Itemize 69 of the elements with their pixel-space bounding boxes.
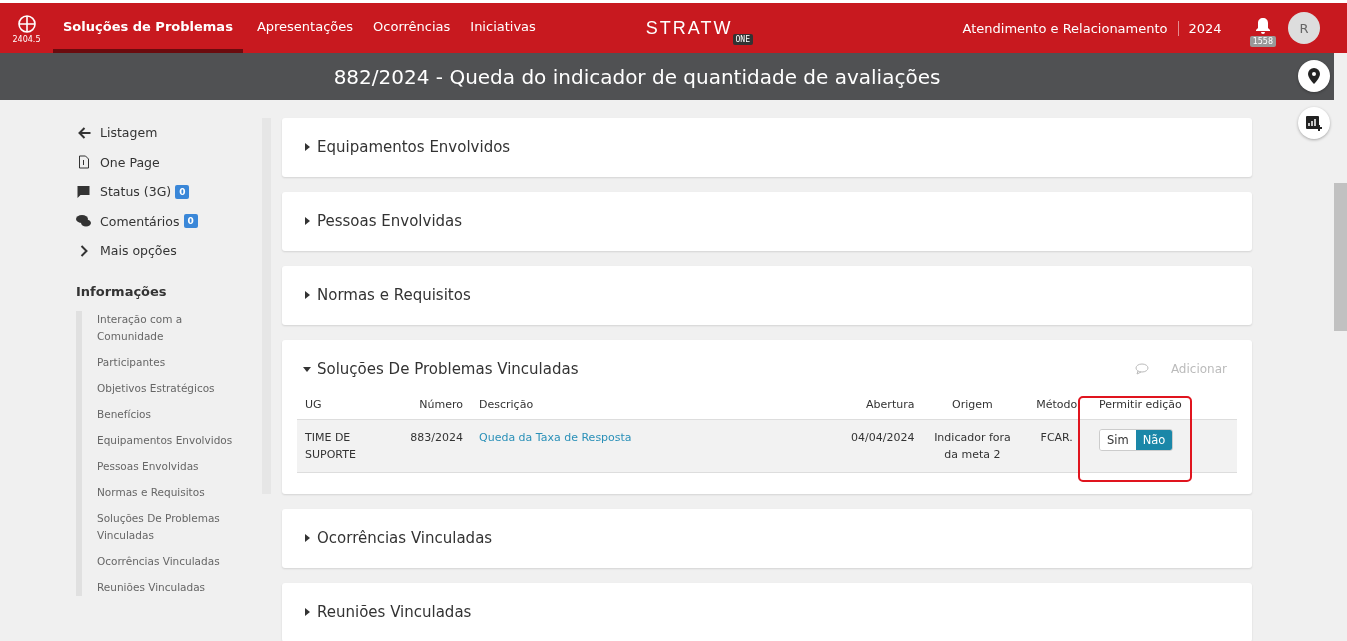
caret-down-icon[interactable] bbox=[303, 365, 311, 373]
nav-tab[interactable]: Ocorrências bbox=[363, 3, 461, 53]
chat-bubbles-icon bbox=[76, 214, 91, 229]
column-header: Descrição bbox=[471, 392, 827, 420]
map-pin-icon bbox=[1308, 68, 1320, 84]
panel-title[interactable]: Reuniões Vinculadas bbox=[317, 603, 472, 621]
panel-title[interactable]: Normas e Requisitos bbox=[317, 286, 471, 304]
count-badge: 0 bbox=[183, 214, 198, 229]
table-cell: FCAR. bbox=[1022, 419, 1091, 473]
sidebar-link[interactable]: Equipamentos Envolvidos bbox=[97, 431, 247, 449]
panel-title[interactable]: Soluções De Problemas Vinculadas bbox=[317, 360, 579, 378]
count-badge: 0 bbox=[175, 184, 190, 199]
sidebar-link[interactable]: Soluções De Problemas Vinculadas bbox=[97, 509, 247, 544]
panel-title[interactable]: Equipamentos Envolvidos bbox=[317, 138, 511, 156]
caret-right-icon[interactable] bbox=[303, 534, 311, 542]
sidebar-action[interactable]: Listagem bbox=[76, 118, 262, 148]
caret-right-icon[interactable] bbox=[303, 143, 311, 151]
version-label: 2404.5 bbox=[12, 34, 41, 44]
sidebar-link[interactable]: Pessoas Envolvidas bbox=[97, 457, 247, 475]
table-cell: 883/2024 bbox=[385, 419, 471, 473]
arrow-left-icon bbox=[76, 125, 91, 140]
notification-icon[interactable] bbox=[1254, 17, 1271, 35]
nav-tab[interactable]: Apresentações bbox=[246, 3, 364, 53]
chart-plus-icon bbox=[1306, 115, 1322, 131]
avatar[interactable]: R bbox=[1288, 12, 1320, 44]
sidebar-action[interactable]: Mais opções bbox=[76, 236, 262, 266]
add-chart-button[interactable] bbox=[1298, 107, 1330, 139]
column-header: Origem bbox=[922, 392, 1023, 420]
column-header: Método bbox=[1022, 392, 1091, 420]
panel-title[interactable]: Pessoas Envolvidas bbox=[317, 212, 463, 230]
logo-text: STRATW bbox=[645, 17, 733, 39]
caret-right-icon[interactable] bbox=[303, 608, 311, 616]
description-link[interactable]: Queda da Taxa de Resposta bbox=[479, 431, 632, 444]
sidebar-link[interactable]: Benefícios bbox=[97, 405, 247, 423]
nav-tab[interactable]: Iniciativas bbox=[460, 3, 546, 53]
logo-icon bbox=[16, 12, 37, 33]
year-label[interactable]: 2024 bbox=[1178, 20, 1232, 36]
page-title: 882/2024 - Queda do indicador de quantidade de avaliações bbox=[333, 64, 941, 89]
table-cell: TIME DE SUPORTE bbox=[297, 419, 385, 473]
column-header: UG bbox=[297, 392, 385, 420]
sidebar-action[interactable]: Status (3G) 0 bbox=[76, 177, 262, 207]
sidebar-link[interactable]: Interação com a Comunidade bbox=[97, 310, 247, 345]
sidebar-link[interactable]: Participantes bbox=[97, 353, 247, 371]
sidebar-action-label: Mais opções bbox=[100, 243, 177, 259]
table-cell: Indicador fora da meta 2 bbox=[922, 419, 1023, 473]
toggle-option[interactable]: Sim bbox=[1100, 430, 1136, 450]
document-icon bbox=[76, 155, 91, 170]
sidebar-link[interactable]: Reuniões Vinculadas bbox=[97, 578, 247, 596]
unit-label[interactable]: Atendimento e Relacionamento bbox=[962, 20, 1179, 36]
column-header: Permitir edição bbox=[1091, 392, 1237, 420]
sidebar-link[interactable]: Normas e Requisitos bbox=[97, 483, 247, 501]
table-cell: 04/04/2024 bbox=[827, 419, 923, 473]
sidebar-link[interactable]: Objetivos Estratégicos bbox=[97, 379, 247, 397]
column-header: Abertura bbox=[827, 392, 923, 420]
sidebar-link[interactable]: Ocorrências Vinculadas bbox=[97, 552, 247, 570]
caret-right-icon[interactable] bbox=[303, 291, 311, 299]
sidebar-action[interactable]: One Page bbox=[76, 147, 262, 177]
sidebar-action-label: Comentários bbox=[100, 213, 180, 229]
logo-badge: ONE bbox=[732, 33, 753, 45]
sidebar-action-label: Listagem bbox=[100, 125, 158, 141]
notification-count: 1558 bbox=[1249, 36, 1276, 47]
sidebar-action-label: Status (3G) bbox=[100, 184, 172, 200]
section-heading: Informações bbox=[76, 283, 168, 299]
panel-title[interactable]: Ocorrências Vinculadas bbox=[317, 529, 493, 547]
sidebar-action-label: One Page bbox=[100, 154, 160, 170]
caret-right-icon[interactable] bbox=[303, 217, 311, 225]
column-header: Número bbox=[385, 392, 471, 420]
sidebar-action[interactable]: Comentários 0 bbox=[76, 206, 262, 236]
toggle-option[interactable]: Não bbox=[1135, 430, 1173, 450]
